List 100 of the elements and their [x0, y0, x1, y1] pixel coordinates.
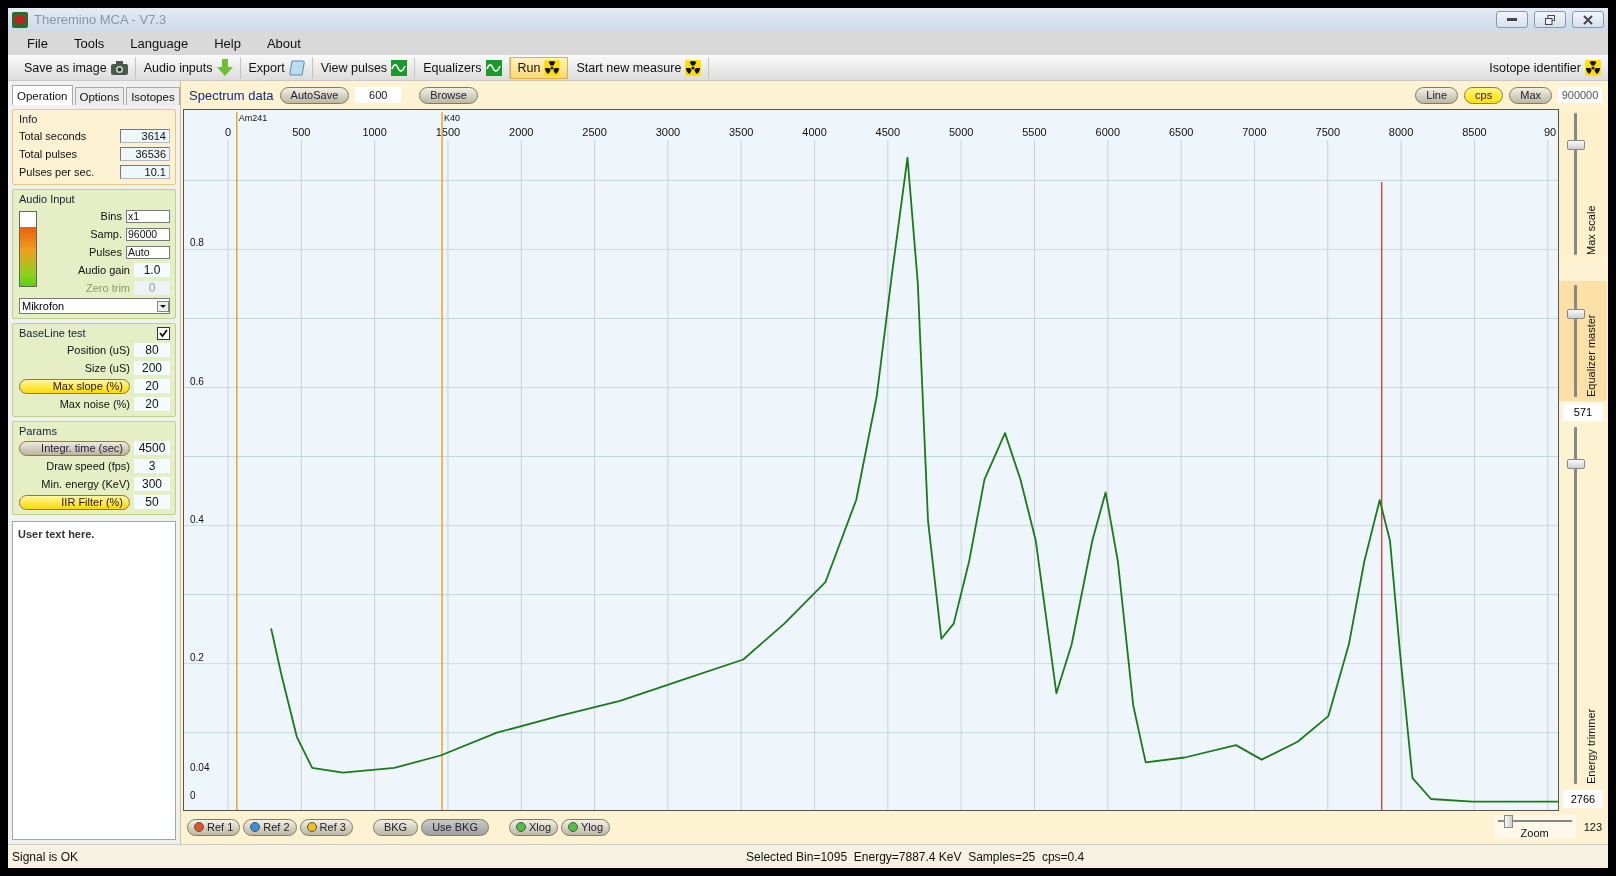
axis-label: 2500 [582, 126, 607, 138]
tab[interactable]: Isotopes [126, 87, 180, 105]
group-title: BaseLine test [19, 327, 86, 339]
setting-label: Max noise (%) [58, 398, 130, 410]
menu-item[interactable]: About [253, 35, 314, 51]
value-field[interactable]: 1.0 [134, 263, 170, 277]
toolbar-button[interactable]: Audio inputs [135, 56, 241, 79]
slider-value: 571 [1563, 403, 1603, 421]
minimize-icon [1507, 17, 1517, 22]
field-label: Pulses [88, 246, 122, 258]
setting-label: Size (uS) [83, 362, 130, 374]
setting-label: Min. energy (KeV) [40, 478, 130, 490]
axis-label: 3500 [729, 126, 754, 138]
slider-thumb[interactable] [1567, 309, 1585, 319]
toggle-button[interactable]: Ref 3 [299, 818, 353, 836]
slider-label: Energy trimmer [1585, 707, 1597, 784]
axis-label: 0.6 [190, 375, 204, 387]
axis-label: 8500 [1462, 126, 1487, 138]
setting-button[interactable]: Max slope (%) [19, 378, 130, 394]
axis-label: 2000 [509, 126, 534, 138]
setting-label: Draw speed (fps) [45, 460, 130, 472]
menu-item[interactable]: Language [117, 35, 202, 51]
combo-field[interactable]: 96000 [126, 227, 170, 241]
value-field[interactable]: 20 [134, 397, 170, 411]
minimize-button[interactable] [1496, 11, 1528, 28]
status-text: Selected Bin=1095 Energy=7887.4 KeV Samples=25 cps=0.4 [746, 849, 1085, 864]
menu-item[interactable]: File [14, 35, 61, 51]
toggle-button[interactable]: Xlog [509, 818, 558, 836]
combo-field[interactable]: x1 [126, 209, 170, 223]
axis-label: 7500 [1315, 126, 1340, 138]
scroll-icon [288, 59, 305, 76]
status-text: Signal is OK [12, 849, 79, 864]
close-button[interactable] [1572, 11, 1604, 28]
device-dropdown[interactable]: Mikrofon [19, 298, 170, 314]
axis-label: 5000 [948, 126, 974, 138]
restore-icon [1545, 14, 1555, 25]
info-label: Total pulses [19, 148, 78, 160]
mode-button[interactable]: cps [1464, 86, 1504, 104]
menu-item[interactable]: Help [201, 35, 254, 51]
window-title: Theremino MCA - V7.3 [34, 12, 168, 27]
toolbar-button[interactable]: Save as image [16, 56, 136, 79]
toggle-button[interactable]: Ylog [561, 818, 611, 836]
menu-item[interactable]: Tools [60, 35, 118, 51]
toolbar-button[interactable]: Equalizers [415, 56, 510, 79]
field-label: Samp. [90, 228, 122, 240]
restore-button[interactable] [1534, 11, 1566, 28]
toggle-button[interactable]: Use BKG [421, 818, 489, 836]
slider-thumb[interactable] [1567, 140, 1585, 151]
axis-label: 6000 [1095, 126, 1121, 138]
setting-button[interactable]: IIR Filter (%) [19, 494, 130, 510]
tab[interactable]: Options [74, 87, 125, 105]
zoom-label: Zoom [1520, 827, 1549, 839]
value-field[interactable]: 20 [134, 379, 170, 393]
slider-thumb[interactable] [1503, 815, 1513, 828]
toggle-button[interactable]: Ref 2 [243, 818, 297, 836]
user-text[interactable]: User text here. [12, 521, 176, 840]
field-label: Bins [100, 210, 122, 222]
axis-label: 6500 [1168, 126, 1194, 138]
checkbox[interactable] [157, 326, 170, 340]
wave-icon [485, 59, 502, 76]
axis-label: 4000 [802, 126, 827, 138]
radiation-icon [544, 59, 561, 76]
autosave-button[interactable]: AutoSave [279, 86, 350, 104]
radiation-icon [1585, 59, 1601, 76]
value-field[interactable]: 50 [134, 495, 170, 509]
toolbar-button[interactable]: Run [509, 56, 569, 79]
mode-button[interactable]: Max [1509, 86, 1552, 104]
axis-label: 1000 [362, 126, 387, 138]
value-field[interactable]: 80 [134, 343, 170, 357]
wave-icon [391, 59, 408, 76]
value-field: 10.1 [120, 165, 170, 179]
toggle-button[interactable]: Ref 1 [187, 818, 241, 836]
slider-label: Max scale [1585, 204, 1597, 255]
toolbar-button[interactable]: Isotope identifier [1481, 56, 1608, 79]
slider-label: Equalizer master [1585, 313, 1597, 397]
toolbar-button[interactable]: Start new measure [568, 56, 710, 79]
toolbar-button[interactable]: Export [240, 56, 313, 79]
value-field[interactable]: 300 [134, 477, 170, 491]
mode-button[interactable]: Line [1415, 86, 1459, 104]
toolbar-button[interactable]: View pulses [312, 56, 416, 79]
field-label: Audio gain [78, 264, 130, 276]
setting-button[interactable]: Integr. time (sec) [19, 440, 130, 456]
autosave-field[interactable]: 600 [355, 87, 402, 103]
tab[interactable]: Operation [12, 85, 73, 105]
value-field[interactable]: 3 [134, 459, 170, 473]
browse-button[interactable]: Browse [419, 86, 478, 104]
value-field[interactable]: 200 [134, 361, 170, 375]
slider-thumb[interactable] [1567, 458, 1585, 469]
value-field: 36536 [120, 147, 170, 161]
radiation-icon [685, 59, 702, 76]
field-label: Zero trim [86, 282, 130, 294]
value-field[interactable]: 4500 [134, 441, 170, 455]
axis-label: 90 [1544, 126, 1557, 138]
toggle-button[interactable]: BKG [372, 818, 419, 836]
down-arrow-icon [216, 59, 233, 76]
axis-label: 8000 [1388, 126, 1414, 138]
combo-field[interactable]: Auto [126, 245, 170, 259]
group-title: Audio Input [19, 193, 75, 205]
axis-label: 4500 [875, 126, 901, 138]
max-scale-field[interactable]: 900000 [1558, 87, 1602, 103]
